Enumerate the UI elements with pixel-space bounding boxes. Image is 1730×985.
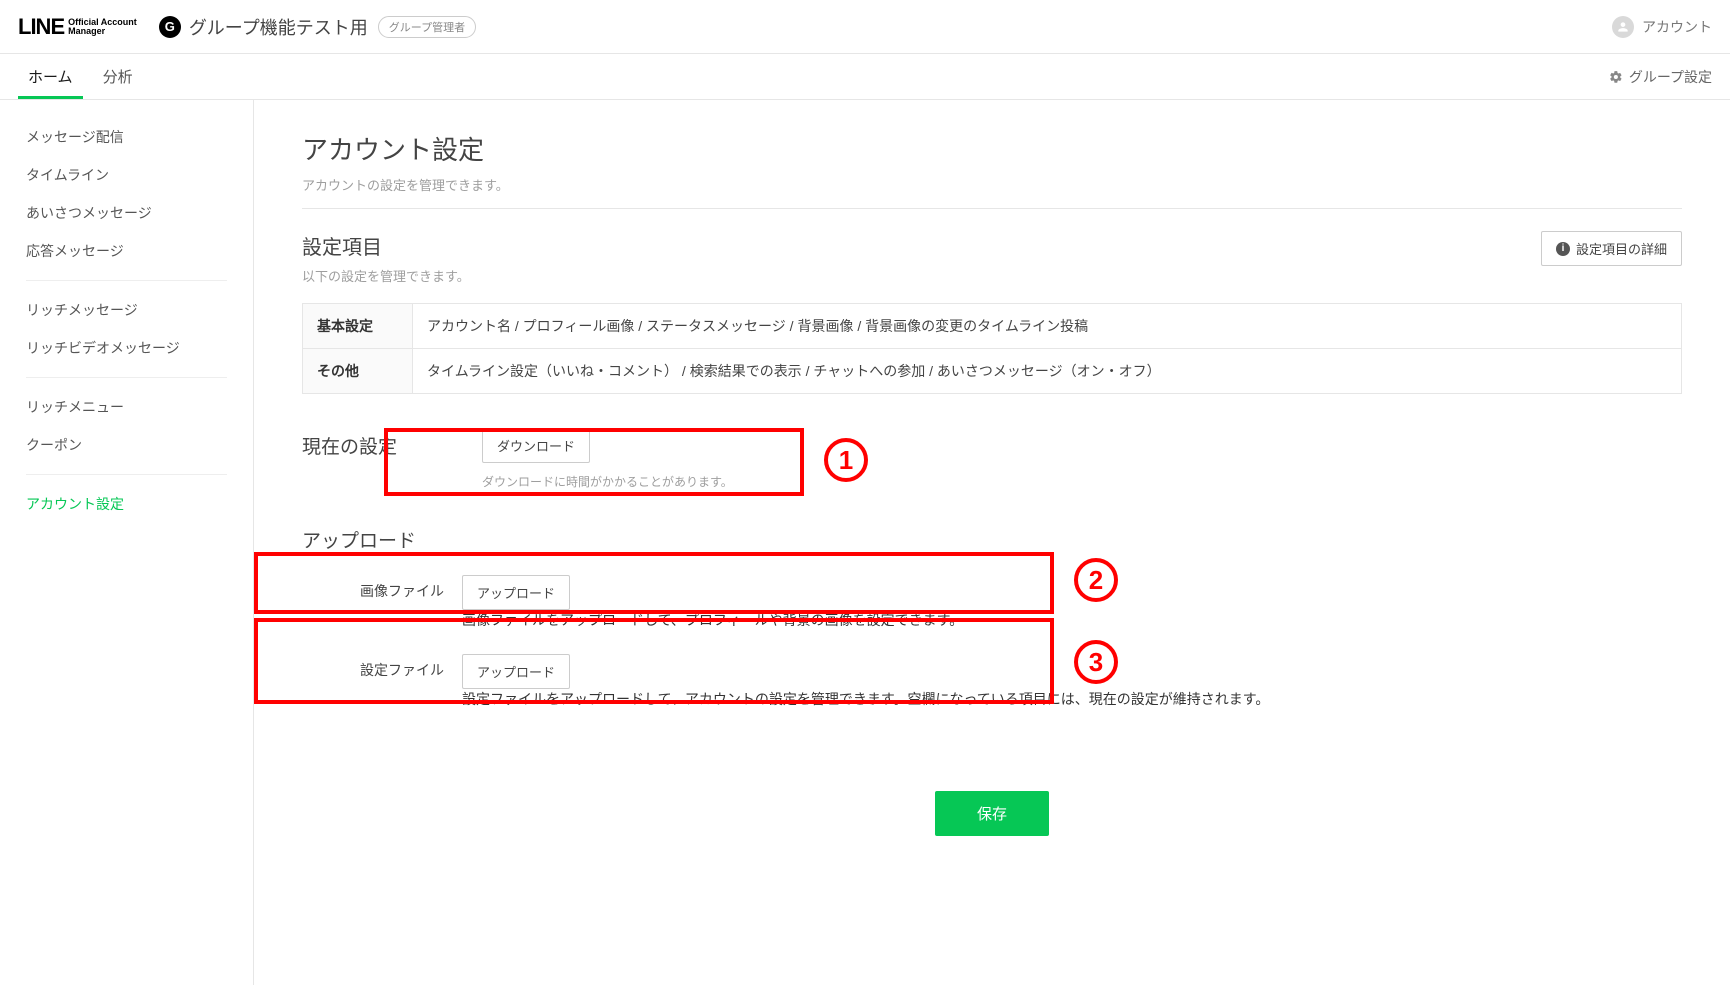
table-row: その他 タイムライン設定（いいね・コメント） / 検索結果での表示 / チャット… [303,349,1682,394]
settings-table: 基本設定 アカウント名 / プロフィール画像 / ステータスメッセージ / 背景… [302,303,1682,394]
gear-icon [1609,70,1623,84]
page-title: アカウント設定 [302,130,1682,167]
group-settings-link[interactable]: グループ設定 [1609,67,1712,87]
sidebar-item-richmessage[interactable]: リッチメッセージ [26,291,227,329]
sidebar-item-autoreply[interactable]: 応答メッセージ [26,232,227,270]
page-subtitle: アカウントの設定を管理できます。 [302,175,1682,194]
account-label: アカウント [1642,17,1712,37]
main-content: アカウント設定 アカウントの設定を管理できます。 設定項目 以下の設定を管理でき… [254,100,1730,985]
sidebar-item-greeting[interactable]: あいさつメッセージ [26,194,227,232]
sidebar-item-richmenu[interactable]: リッチメニュー [26,388,227,426]
sidebar: メッセージ配信 タイムライン あいさつメッセージ 応答メッセージ リッチメッセー… [0,100,254,985]
sidebar-item-coupon[interactable]: クーポン [26,426,227,464]
group-badge-icon: G [159,16,181,38]
info-icon: i [1556,242,1570,256]
brand-main: LINE [18,14,64,40]
account-menu[interactable]: アカウント [1612,16,1712,38]
upload-settings-label: 設定ファイル [302,654,462,680]
brand-sub-2: Manager [68,27,137,36]
avatar-icon [1612,16,1634,38]
sidebar-item-account-settings[interactable]: アカウント設定 [26,485,227,523]
download-hint: ダウンロードに時間がかかることがあります。 [482,473,1042,492]
settings-row-other-td: タイムライン設定（いいね・コメント） / 検索結果での表示 / チャットへの参加… [413,349,1682,394]
sidebar-item-timeline[interactable]: タイムライン [26,156,227,194]
brand: LINE Official Account Manager [18,14,137,40]
tabs-row: ホーム 分析 グループ設定 [0,54,1730,100]
settings-detail-label: 設定項目の詳細 [1576,239,1667,258]
settings-items-subtitle: 以下の設定を管理できます。 [302,266,470,285]
current-settings-label: 現在の設定 [302,428,482,459]
brand-sub: Official Account Manager [68,18,137,36]
table-row: 基本設定 アカウント名 / プロフィール画像 / ステータスメッセージ / 背景… [303,304,1682,349]
sidebar-item-broadcast[interactable]: メッセージ配信 [26,118,227,156]
upload-title: アップロード [302,526,1682,553]
settings-items-title: 設定項目 [302,231,470,260]
tab-analytics[interactable]: 分析 [93,54,143,99]
group-settings-label: グループ設定 [1629,67,1712,87]
settings-row-basic-th: 基本設定 [303,304,413,349]
group-role-badge: グループ管理者 [378,16,476,38]
settings-row-other-th: その他 [303,349,413,394]
group-title: グループ機能テスト用 [189,14,368,40]
settings-detail-button[interactable]: i 設定項目の詳細 [1541,231,1682,266]
tab-home[interactable]: ホーム [18,54,83,99]
sidebar-item-richvideo[interactable]: リッチビデオメッセージ [26,329,227,367]
upload-image-label: 画像ファイル [302,575,462,601]
download-button[interactable]: ダウンロード [482,428,590,463]
upload-image-hint: 画像ファイルをアップロードして、プロフィールや背景の画像を設定できます。 [462,610,1682,630]
upload-settings-button[interactable]: アップロード [462,654,570,689]
settings-row-basic-td: アカウント名 / プロフィール画像 / ステータスメッセージ / 背景画像 / … [413,304,1682,349]
save-button[interactable]: 保存 [935,791,1049,836]
upload-settings-hint: 設定ファイルをアップロードして、アカウントの設定を管理できます。空欄になっている… [462,689,1682,709]
topbar: LINE Official Account Manager G グループ機能テス… [0,0,1730,54]
upload-image-button[interactable]: アップロード [462,575,570,610]
